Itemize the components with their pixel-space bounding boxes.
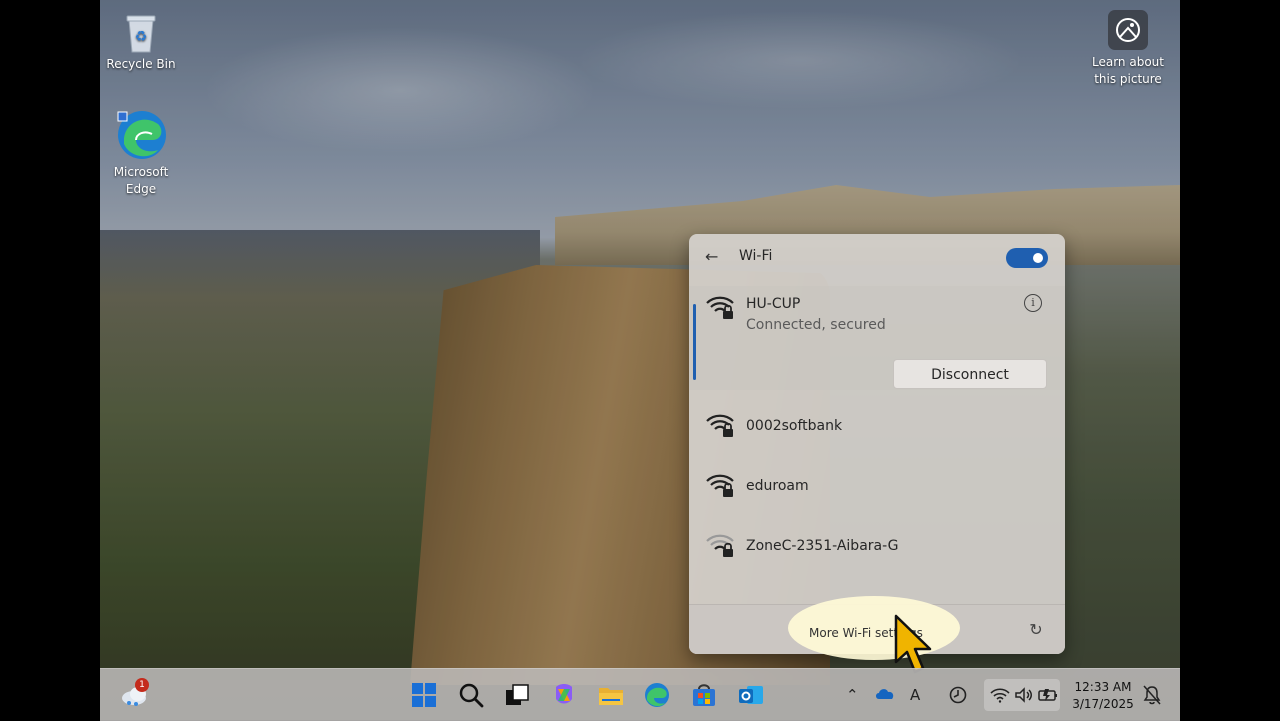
refresh-icon[interactable]: ↻ xyxy=(1027,621,1045,639)
taskbar: 1 ⌃ A 12:33 AM 3/17/2025 xyxy=(100,668,1180,721)
quick-settings-button[interactable] xyxy=(984,679,1060,711)
connected-ssid: HU-CUP xyxy=(746,296,801,312)
sync-icon[interactable] xyxy=(948,685,968,705)
edge-label: Microsoft Edge xyxy=(113,165,169,196)
system-clock[interactable]: 12:33 AM 3/17/2025 xyxy=(1068,679,1138,713)
network-item[interactable]: 0002softbank xyxy=(689,398,1065,454)
mouse-pointer-icon xyxy=(894,614,932,674)
disconnect-button[interactable]: Disconnect xyxy=(893,359,1047,389)
recycle-bin-label: Recycle Bin xyxy=(106,57,176,71)
selected-indicator xyxy=(693,304,696,380)
wifi-flyout-title: Wi-Fi xyxy=(739,248,773,264)
copilot-icon[interactable] xyxy=(550,681,578,709)
wifi-lock-icon xyxy=(706,414,734,437)
wifi-lock-icon xyxy=(706,296,734,319)
wifi-icon xyxy=(990,688,1010,703)
notification-bell-icon[interactable] xyxy=(1143,685,1161,705)
start-icon[interactable] xyxy=(410,681,438,709)
network-ssid: 0002softbank xyxy=(746,418,843,434)
clock-time: 12:33 AM xyxy=(1074,680,1132,694)
notification-badge: 1 xyxy=(135,678,149,692)
outlook-icon[interactable] xyxy=(737,681,765,709)
battery-icon xyxy=(1038,689,1057,701)
info-icon[interactable]: i xyxy=(1024,294,1042,312)
camera-icon xyxy=(1108,10,1148,50)
network-item-connected[interactable]: HU-CUP Connected, secured i Disconnect xyxy=(689,286,1065,390)
back-arrow-icon[interactable]: ← xyxy=(705,247,725,267)
recycle-bin-desktop-icon[interactable]: ♻ Recycle Bin xyxy=(101,10,181,73)
network-ssid: eduroam xyxy=(746,478,809,494)
clock-date: 3/17/2025 xyxy=(1072,697,1134,711)
edge-icon[interactable] xyxy=(643,681,671,709)
network-item[interactable]: eduroam xyxy=(689,458,1065,514)
file-explorer-icon[interactable] xyxy=(597,681,625,709)
network-ssid: ZoneC-2351-Aibara-G xyxy=(746,538,899,554)
wifi-lock-icon xyxy=(706,474,734,497)
learn-about-picture[interactable]: Learn about this picture xyxy=(1088,8,1168,88)
volume-icon xyxy=(1015,687,1032,703)
edge-desktop-icon[interactable]: Microsoft Edge xyxy=(101,108,181,198)
onedrive-icon[interactable] xyxy=(875,686,895,700)
wifi-flyout: ← Wi-Fi HU-CUP Connected, secured i Disc… xyxy=(689,234,1065,654)
learn-about-picture-label: Learn about this picture xyxy=(1092,55,1164,86)
store-icon[interactable] xyxy=(690,681,718,709)
wifi-weak-lock-icon xyxy=(706,534,734,557)
network-item[interactable]: ZoneC-2351-Aibara-G xyxy=(689,518,1065,574)
svg-text:♻: ♻ xyxy=(135,29,148,45)
chevron-up-icon[interactable]: ⌃ xyxy=(846,685,859,705)
edge-icon xyxy=(117,111,166,159)
ime-icon[interactable]: A xyxy=(910,685,920,705)
recycle-bin-icon: ♻ xyxy=(126,15,156,53)
task-view-icon[interactable] xyxy=(503,681,531,709)
wifi-flyout-header: ← Wi-Fi xyxy=(689,234,1065,282)
wifi-toggle[interactable] xyxy=(1006,248,1048,268)
search-icon[interactable] xyxy=(457,681,485,709)
connection-status: Connected, secured xyxy=(746,317,886,333)
